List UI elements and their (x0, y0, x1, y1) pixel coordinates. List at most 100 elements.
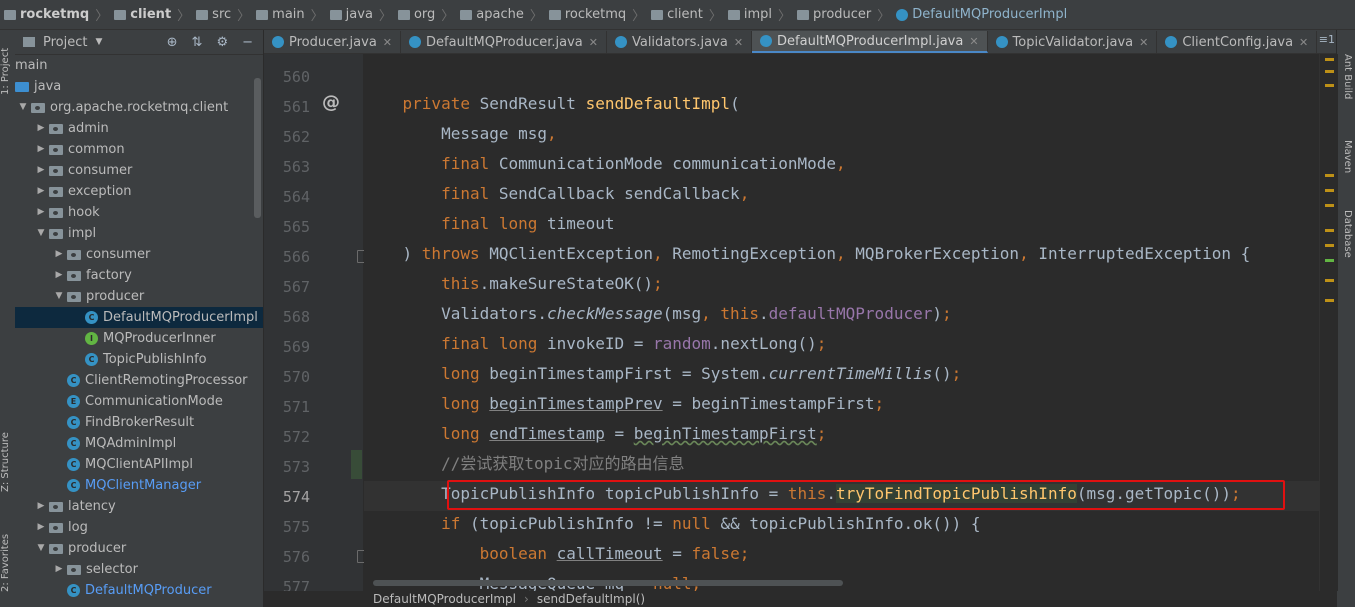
code-line[interactable]: long beginTimestampPrev = beginTimestamp… (364, 389, 884, 419)
tree-item[interactable]: ▶ consumer (15, 244, 263, 265)
warning-marker[interactable] (1325, 204, 1334, 207)
warning-marker[interactable] (1325, 84, 1334, 87)
tree-item[interactable]: ▶ admin (15, 118, 263, 139)
expanded-arrow-icon[interactable]: ▼ (35, 223, 47, 244)
breadcrumb-item[interactable]: producer (797, 7, 871, 22)
override-marker-icon[interactable]: @ (322, 92, 340, 113)
tree-item[interactable]: C MQClientAPIImpl (15, 454, 263, 475)
breadcrumb-item[interactable]: java (329, 7, 373, 22)
expanded-arrow-icon[interactable]: ▼ (35, 538, 47, 559)
tree-item[interactable]: ▼ producer (15, 538, 263, 559)
close-icon[interactable]: ✕ (734, 36, 743, 49)
collapsed-arrow-icon[interactable]: ▶ (35, 517, 47, 538)
line-number-gutter[interactable]: 560 561 562 563 564 565 566 567 568 569 570 571 572 5… (264, 54, 363, 596)
breadcrumb-item[interactable]: rocketmq (4, 7, 89, 22)
tree-item[interactable]: I MQProducerInner (15, 328, 263, 349)
warning-marker[interactable] (1325, 174, 1334, 177)
code-line[interactable]: final SendCallback sendCallback, (364, 179, 749, 209)
warning-marker[interactable] (1325, 279, 1334, 282)
collapsed-arrow-icon[interactable]: ▶ (35, 181, 47, 202)
code-line[interactable]: long beginTimestampFirst = System.curren… (364, 359, 961, 389)
tab-list-menu[interactable]: ≡1 (1319, 33, 1335, 46)
project-view-selector[interactable]: Project (43, 35, 87, 50)
collapsed-arrow-icon[interactable]: ▶ (53, 265, 65, 286)
code-line[interactable]: final long invokeID = random.nextLong(); (364, 329, 826, 359)
close-icon[interactable]: ✕ (589, 36, 598, 49)
breadcrumb-item[interactable]: rocketmq (548, 7, 626, 22)
editor-tab[interactable]: Validators.java ✕ (607, 31, 753, 53)
tree-item[interactable]: C MQAdminImpl (15, 433, 263, 454)
code-line[interactable]: if (topicPublishInfo != null && topicPub… (364, 509, 980, 539)
maven-tool-button[interactable]: Maven (1339, 140, 1353, 190)
tree-item[interactable]: ▶ hook (15, 202, 263, 223)
tree-item[interactable]: ▼ impl (15, 223, 263, 244)
warning-marker[interactable] (1325, 244, 1334, 247)
tree-item[interactable]: ▶ consumer (15, 160, 263, 181)
tree-item[interactable]: ▶ latency (15, 496, 263, 517)
editor-tab[interactable]: DefaultMQProducer.java ✕ (401, 31, 607, 53)
breadcrumb-item[interactable]: main (256, 7, 305, 22)
breadcrumb-item[interactable]: org (397, 7, 435, 22)
code-line[interactable]: private SendResult sendDefaultImpl( (364, 89, 740, 119)
tree-item[interactable]: ▼ org.apache.rocketmq.client (15, 97, 263, 118)
code-editor[interactable]: private SendResult sendDefaultImpl( Mess… (364, 54, 1319, 591)
collapsed-arrow-icon[interactable]: ▶ (35, 496, 47, 517)
tree-item[interactable]: ▶ factory (15, 265, 263, 286)
breadcrumb-item[interactable]: src (196, 7, 231, 22)
tree-item[interactable]: main (15, 55, 263, 76)
error-stripe[interactable] (1319, 54, 1338, 591)
warning-marker[interactable] (1325, 58, 1334, 61)
collapsed-arrow-icon[interactable]: ▶ (35, 202, 47, 223)
close-icon[interactable]: ✕ (383, 36, 392, 49)
breadcrumb-item[interactable]: impl (727, 7, 772, 22)
editor-tab[interactable]: Producer.java ✕ (264, 31, 402, 53)
expanded-arrow-icon[interactable]: ▼ (53, 286, 65, 307)
editor-tab[interactable]: DefaultMQProducerImpl.java ✕ (752, 31, 988, 53)
code-breadcrumb-method[interactable]: sendDefaultImpl() (537, 592, 645, 606)
collapse-all-icon[interactable]: ⇅ (192, 35, 203, 50)
code-line[interactable]: //尝试获取topic对应的路由信息 (364, 449, 684, 479)
hide-icon[interactable]: − (242, 35, 253, 50)
breadcrumb-item[interactable]: apache (460, 7, 524, 22)
tree-item[interactable]: ▶ common (15, 139, 263, 160)
tree-item[interactable]: E CommunicationMode (15, 391, 263, 412)
change-marker[interactable] (1325, 259, 1334, 262)
collapsed-arrow-icon[interactable]: ▶ (35, 118, 47, 139)
code-line[interactable]: final long timeout (364, 209, 614, 239)
tree-item[interactable]: C TopicPublishInfo (15, 349, 263, 370)
locate-icon[interactable]: ⊕ (167, 35, 178, 50)
expanded-arrow-icon[interactable]: ▼ (17, 97, 29, 118)
close-icon[interactable]: ✕ (1299, 36, 1308, 49)
chevron-down-icon[interactable]: ▼ (95, 37, 102, 47)
code-line[interactable]: Validators.checkMessage(msg, this.defaul… (364, 299, 952, 329)
collapsed-arrow-icon[interactable]: ▶ (35, 139, 47, 160)
editor-tab[interactable]: TopicValidator.java ✕ (988, 31, 1158, 53)
breadcrumb-item[interactable]: client (114, 7, 171, 22)
collapsed-arrow-icon[interactable]: ▶ (35, 160, 47, 181)
tree-item[interactable]: ▼ producer (15, 286, 263, 307)
code-line[interactable]: long endTimestamp = beginTimestampFirst; (364, 419, 826, 449)
tree-item[interactable]: C FindBrokerResult (15, 412, 263, 433)
warning-marker[interactable] (1325, 70, 1334, 73)
tree-item[interactable]: ▶ exception (15, 181, 263, 202)
project-tool-button[interactable]: 1: Project (0, 36, 15, 106)
code-line[interactable]: this.makeSureStateOK(); (364, 269, 663, 299)
collapsed-arrow-icon[interactable]: ▶ (53, 244, 65, 265)
gear-icon[interactable]: ⚙ (216, 35, 228, 50)
tree-item[interactable]: C ClientRemotingProcessor (15, 370, 263, 391)
tree-item[interactable]: C MQClientManager (15, 475, 263, 496)
tree-item[interactable]: ▶ log (15, 517, 263, 538)
collapsed-arrow-icon[interactable]: ▶ (53, 559, 65, 580)
structure-tool-button[interactable]: Z: Structure (0, 425, 15, 500)
breadcrumb-item[interactable]: client (651, 7, 703, 22)
code-line[interactable]: Message msg, (364, 119, 557, 149)
project-scrollbar[interactable] (254, 78, 261, 218)
code-line[interactable]: final CommunicationMode communicationMod… (364, 149, 846, 179)
ant-build-tool-button[interactable]: Ant Build (1339, 54, 1353, 114)
code-line[interactable]: ) throws MQClientException, RemotingExce… (364, 239, 1251, 269)
close-icon[interactable]: ✕ (1139, 36, 1148, 49)
database-tool-button[interactable]: Database (1339, 210, 1353, 275)
horizontal-scrollbar[interactable] (373, 580, 843, 586)
close-icon[interactable]: ✕ (969, 35, 978, 48)
editor-tab[interactable]: ClientConfig.java ✕ (1157, 31, 1318, 53)
